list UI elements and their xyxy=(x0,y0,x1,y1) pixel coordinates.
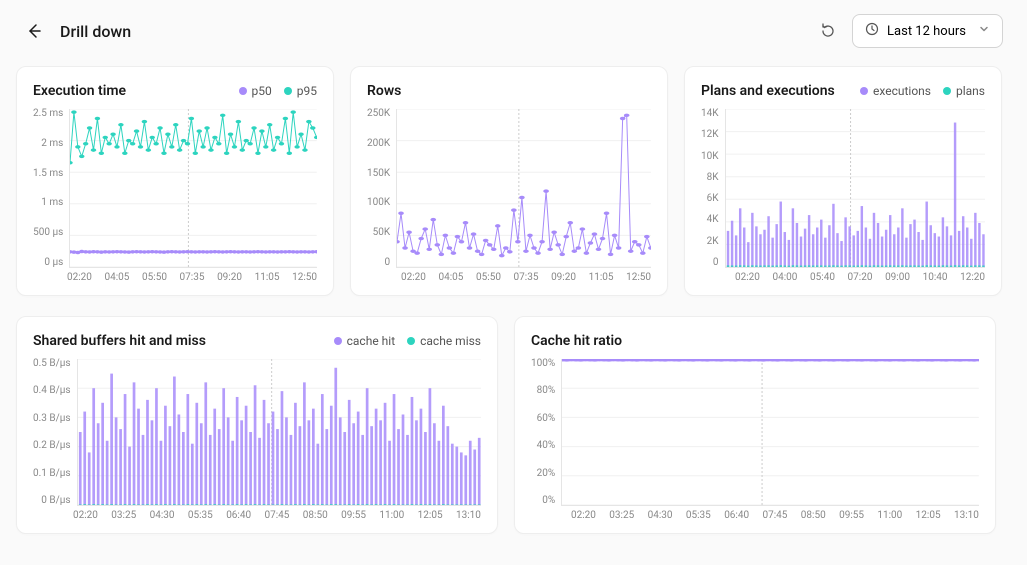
page-header: Drill down Last 12 hours xyxy=(0,0,1027,60)
x-axis: 02:2004:0005:4007:2009:0010:4012:20 xyxy=(701,268,985,283)
legend-label: plans xyxy=(956,84,985,98)
chart-legend: executions plans xyxy=(860,84,985,98)
chart-body: 2.5 ms2 ms1.5 ms1 ms500 µs0 µs xyxy=(33,109,317,268)
chart-plot[interactable] xyxy=(561,359,979,506)
chart-plot[interactable] xyxy=(69,109,317,268)
time-range-select[interactable]: Last 12 hours xyxy=(852,14,1003,48)
x-axis: 02:2003:2504:3005:3506:4007:4508:5009:55… xyxy=(531,506,979,521)
legend-dot-icon xyxy=(239,87,247,95)
y-axis: 100%80%60%40%20%0% xyxy=(531,359,561,506)
refresh-button[interactable] xyxy=(816,19,840,43)
legend-item: p50 xyxy=(239,84,272,98)
legend-dot-icon xyxy=(860,87,868,95)
y-axis: 14K12K10K8K6K4K2K0 xyxy=(701,109,725,268)
chart-body: 14K12K10K8K6K4K2K0 xyxy=(701,109,985,268)
clock-icon xyxy=(865,22,879,40)
page-title: Drill down xyxy=(60,22,131,41)
legend-item: plans xyxy=(943,84,985,98)
chart-title: Shared buffers hit and miss xyxy=(33,333,206,349)
legend-label: executions xyxy=(873,84,931,98)
chevron-down-icon xyxy=(978,23,990,39)
legend-item: executions xyxy=(860,84,931,98)
legend-label: cache hit xyxy=(347,334,396,348)
x-axis: 02:2004:0505:5007:3509:2011:0512:50 xyxy=(367,268,651,283)
chart-title: Cache hit ratio xyxy=(531,333,622,349)
card-cache-hit-ratio: Cache hit ratio 100%80%60%40%20%0% 02:20… xyxy=(514,316,996,534)
refresh-icon xyxy=(820,23,836,39)
chart-legend: p50 p95 xyxy=(239,84,317,98)
chart-body: 100%80%60%40%20%0% xyxy=(531,359,979,506)
legend-label: p95 xyxy=(297,84,317,98)
chart-title: Plans and executions xyxy=(701,83,835,99)
legend-label: p50 xyxy=(252,84,272,98)
y-axis: 0.5 B/µs0.4 B/µs0.3 B/µs0.2 B/µs0.1 B/µs… xyxy=(33,359,77,506)
chart-title: Execution time xyxy=(33,83,126,99)
chart-plot[interactable] xyxy=(396,109,651,268)
legend-dot-icon xyxy=(334,337,342,345)
x-axis: 02:2004:0505:5007:3509:2011:0512:50 xyxy=(33,268,317,283)
chart-body: 250K200K150K100K50K0 xyxy=(367,109,651,268)
chart-title: Rows xyxy=(367,83,401,99)
time-range-label: Last 12 hours xyxy=(887,24,966,39)
card-rows: Rows 250K200K150K100K50K0 02:2004:0505:5… xyxy=(350,66,668,296)
arrow-left-icon xyxy=(26,23,42,39)
legend-item: cache hit xyxy=(334,334,396,348)
x-axis: 02:2003:2504:3005:3506:4007:4508:5009:55… xyxy=(33,506,481,521)
chart-plot[interactable] xyxy=(77,359,481,506)
legend-dot-icon xyxy=(943,87,951,95)
back-button[interactable] xyxy=(24,21,44,41)
chart-plot[interactable] xyxy=(725,109,985,268)
legend-label: cache miss xyxy=(420,334,481,348)
chart-body: 0.5 B/µs0.4 B/µs0.3 B/µs0.2 B/µs0.1 B/µs… xyxy=(33,359,481,506)
card-plans: Plans and executions executions plans 14… xyxy=(684,66,1002,296)
card-shared-buffers: Shared buffers hit and miss cache hit ca… xyxy=(16,316,498,534)
chart-legend: cache hit cache miss xyxy=(334,334,481,348)
legend-item: p95 xyxy=(284,84,317,98)
legend-dot-icon xyxy=(284,87,292,95)
legend-dot-icon xyxy=(407,337,415,345)
y-axis: 2.5 ms2 ms1.5 ms1 ms500 µs0 µs xyxy=(33,109,69,268)
y-axis: 250K200K150K100K50K0 xyxy=(367,109,396,268)
legend-item: cache miss xyxy=(407,334,481,348)
card-execution-time: Execution time p50 p95 2.5 ms2 ms1.5 ms1… xyxy=(16,66,334,296)
